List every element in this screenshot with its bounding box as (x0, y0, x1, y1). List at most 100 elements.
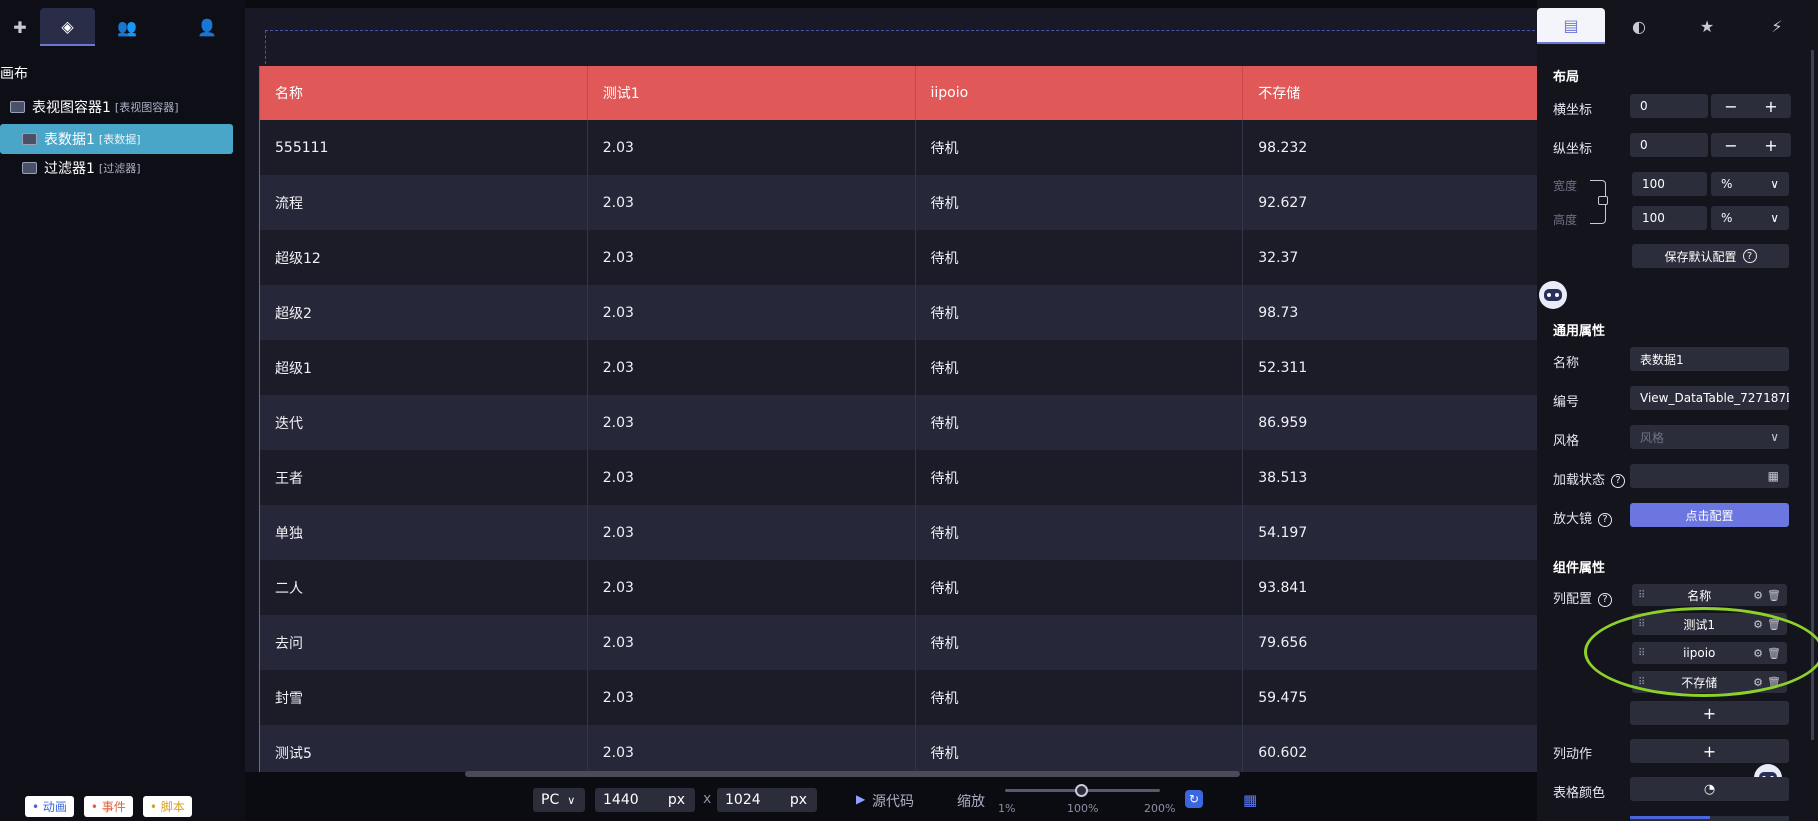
component-section-title: 组件属性 (1553, 561, 1606, 576)
add-column-action-button[interactable]: + (1630, 739, 1789, 763)
tree-item-filter[interactable]: 过滤器1 [过滤器] (22, 153, 141, 183)
table-cell: 54.197 (1243, 505, 1537, 560)
table-cell: 流程 (260, 175, 588, 230)
data-table[interactable]: 名称 测试1 iipoio 不存储 555111 2.03 待机 98.232 流程 2.… (259, 66, 1537, 772)
minus-icon[interactable]: − (1711, 136, 1751, 155)
table-row[interactable]: 单独 2.03 待机 54.197 (260, 505, 1537, 560)
tree-item-tag: [表数据] (98, 133, 141, 146)
assistant-robot-icon[interactable] (1539, 281, 1567, 309)
plus-icon[interactable]: + (1751, 97, 1791, 116)
column-header[interactable]: 名称 (260, 66, 588, 120)
column-config-item[interactable]: ⠿ iipoio ⚙ 🗑 (1632, 642, 1787, 664)
x-input[interactable]: 0 (1630, 94, 1708, 118)
trash-icon[interactable]: 🗑 (1767, 618, 1781, 631)
tree-item-table-data[interactable]: 表数据1 [表数据] (0, 124, 233, 154)
table-cell: 待机 (916, 725, 1244, 772)
table-row[interactable]: 555111 2.03 待机 98.232 (260, 120, 1537, 175)
table-row[interactable]: 流程 2.03 待机 92.627 (260, 175, 1537, 230)
table-row[interactable]: 封雪 2.03 待机 59.475 (260, 670, 1537, 725)
grid-icon[interactable]: ▦ (1243, 791, 1257, 809)
save-default-config-button[interactable]: 保存默认配置? (1632, 244, 1789, 268)
table-row[interactable]: 迭代 2.03 待机 86.959 (260, 395, 1537, 450)
table-row[interactable]: 测试5 2.03 待机 60.602 (260, 725, 1537, 772)
column-header[interactable]: 不存储 (1243, 66, 1537, 120)
container-guide (265, 30, 1537, 64)
width-unit-select[interactable]: % ∨ (1711, 172, 1789, 196)
star-tab-icon[interactable]: ★ (1673, 8, 1741, 44)
design-canvas[interactable]: 名称 测试1 iipoio 不存储 555111 2.03 待机 98.232 流程 2.… (245, 8, 1537, 772)
table-row[interactable]: 王者 2.03 待机 38.513 (260, 450, 1537, 505)
zoom-label: 缩放 (957, 794, 985, 810)
column-name: 名称 (1687, 588, 1712, 603)
height-unit-select[interactable]: % ∨ (1711, 206, 1789, 230)
drag-handle-icon[interactable]: ⠿ (1638, 590, 1645, 601)
minus-icon[interactable]: − (1711, 97, 1751, 116)
animation-tag[interactable]: • 动画 (25, 796, 74, 817)
table-cell: 待机 (916, 505, 1244, 560)
table-row[interactable]: 超级12 2.03 待机 32.37 (260, 230, 1537, 285)
width-input[interactable]: 100 (1632, 172, 1707, 196)
table-cell: 待机 (916, 230, 1244, 285)
magnifier-config-button[interactable]: 点击配置 (1630, 503, 1789, 527)
properties-tab-icon[interactable]: ▤ (1537, 8, 1605, 44)
table-cell: 待机 (916, 175, 1244, 230)
y-stepper[interactable]: − + (1711, 133, 1791, 157)
table-cell: 迭代 (260, 395, 588, 450)
layers-icon[interactable]: ◈ (40, 8, 95, 46)
gear-icon[interactable]: ⚙ (1753, 676, 1763, 689)
drag-handle-icon[interactable]: ⠿ (1638, 619, 1645, 630)
refresh-icon[interactable]: ↻ (1185, 790, 1203, 808)
drag-handle-icon[interactable]: ⠿ (1638, 648, 1645, 659)
table-row[interactable]: 去问 2.03 待机 79.656 (260, 615, 1537, 670)
canvas-height-input[interactable]: 1024 px (717, 788, 817, 812)
table-row[interactable]: 二人 2.03 待机 93.841 (260, 560, 1537, 615)
table-header: 名称 测试1 iipoio 不存储 (260, 66, 1537, 120)
table-cell: 测试5 (260, 725, 588, 772)
source-code-button[interactable]: 源代码 (872, 791, 914, 811)
lock-icon[interactable] (1598, 196, 1608, 205)
device-select[interactable]: PC ∨ (533, 788, 585, 812)
column-config-item[interactable]: ⠿ 不存储 ⚙ 🗑 (1632, 671, 1787, 693)
zoom-slider-handle[interactable] (1075, 784, 1088, 797)
right-panel-scrollbar[interactable] (1811, 50, 1814, 740)
puzzle-icon[interactable]: ✚ (0, 8, 40, 46)
column-config-item[interactable]: ⠿ 测试1 ⚙ 🗑 (1632, 613, 1787, 635)
gear-icon[interactable]: ⚙ (1753, 589, 1763, 602)
trash-icon[interactable]: 🗑 (1767, 589, 1781, 602)
style-tab-icon[interactable]: ◐ (1605, 8, 1673, 44)
y-label: 纵坐标 (1553, 142, 1593, 157)
id-input[interactable]: View_DataTable_727187D (1630, 386, 1789, 410)
height-input[interactable]: 100 (1632, 206, 1707, 230)
event-tag[interactable]: • 事件 (83, 796, 133, 817)
horizontal-scrollbar[interactable] (465, 771, 1240, 777)
lightning-tab-icon[interactable]: ⚡ (1743, 8, 1811, 44)
table-row[interactable]: 超级1 2.03 待机 52.311 (260, 340, 1537, 395)
unit-label: px (789, 792, 807, 808)
users-icon[interactable]: 👥 (110, 8, 144, 46)
user-icon[interactable]: 👤 (190, 8, 224, 46)
x-stepper[interactable]: − + (1711, 94, 1791, 118)
style-select[interactable]: 风格 ∨ (1630, 425, 1789, 449)
gear-icon[interactable]: ⚙ (1753, 618, 1763, 631)
tree-item-table-view-container[interactable]: 表视图容器1 [表视图容器] (10, 92, 179, 122)
zoom-min-label: 1% (998, 802, 1016, 815)
y-input[interactable]: 0 (1630, 133, 1708, 157)
script-tag[interactable]: • 脚本 (142, 796, 192, 817)
add-column-button[interactable]: + (1630, 701, 1789, 725)
plus-icon[interactable]: + (1751, 136, 1791, 155)
drag-handle-icon[interactable]: ⠿ (1638, 677, 1645, 688)
canvas-width-input[interactable]: 1440 px (595, 788, 695, 812)
loading-label-text: 加载状态 (1553, 473, 1606, 488)
name-input[interactable]: 表数据1 (1630, 347, 1789, 371)
loading-state-input[interactable]: ▦ (1630, 464, 1789, 488)
trash-icon[interactable]: 🗑 (1767, 647, 1781, 660)
table-color-picker[interactable]: ◔ (1630, 777, 1789, 801)
calculator-icon[interactable]: ▦ (1768, 469, 1779, 483)
table-row[interactable]: 超级2 2.03 待机 98.73 (260, 285, 1537, 340)
column-header[interactable]: iipoio (916, 66, 1244, 120)
column-header[interactable]: 测试1 (588, 66, 916, 120)
table-cell: 52.311 (1243, 340, 1537, 395)
column-config-item[interactable]: ⠿ 名称 ⚙ 🗑 (1632, 584, 1787, 606)
trash-icon[interactable]: 🗑 (1767, 676, 1781, 689)
gear-icon[interactable]: ⚙ (1753, 647, 1763, 660)
